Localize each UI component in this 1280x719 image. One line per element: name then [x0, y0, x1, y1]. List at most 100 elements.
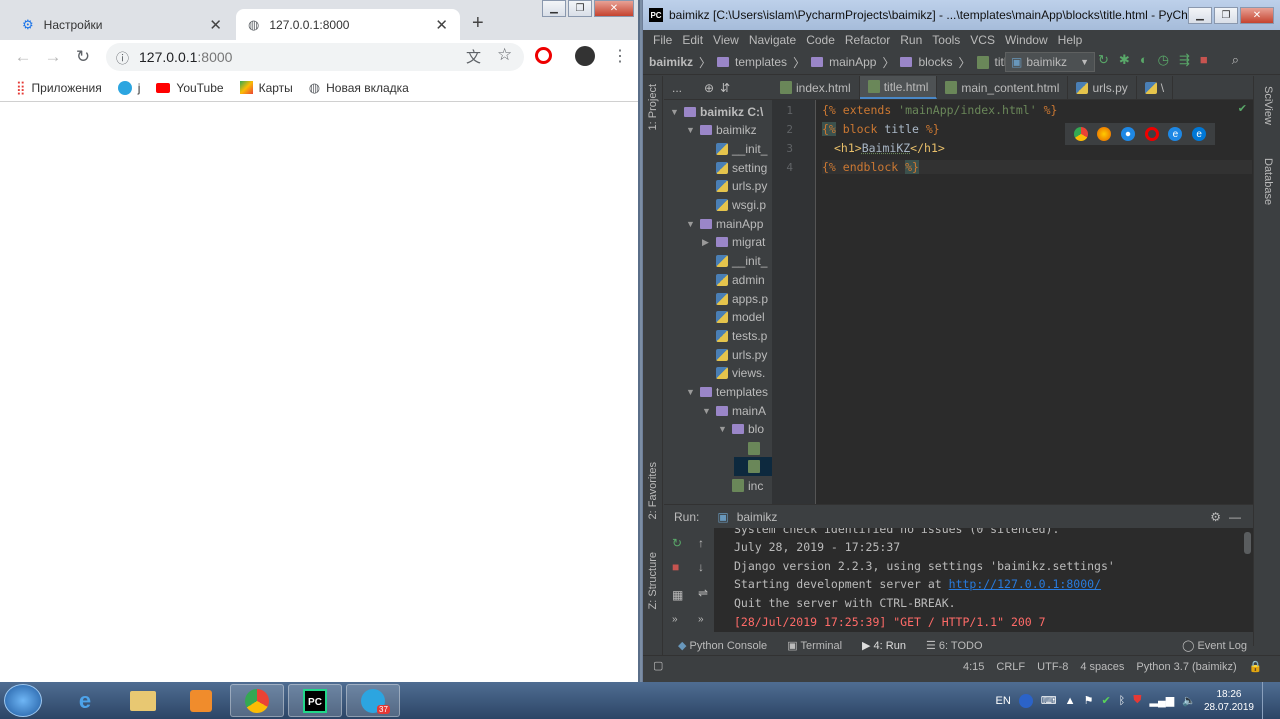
rerun-icon[interactable]: ↻ [1098, 52, 1109, 68]
language-indicator[interactable]: EN [996, 695, 1011, 707]
back-icon[interactable]: ← [8, 47, 38, 67]
tree-item[interactable]: ▼ templates [686, 383, 768, 402]
chevron-down-icon[interactable]: ▼ [702, 406, 712, 416]
tree-item[interactable]: model [702, 308, 765, 327]
database-tool-tab[interactable]: Database [1262, 158, 1274, 205]
network-signal-icon[interactable]: ▂▄▆ [1150, 694, 1175, 707]
breadcrumb-mainapp[interactable]: mainApp [829, 55, 876, 69]
coverage-icon[interactable]: ◐ [1140, 52, 1148, 68]
tree-item[interactable]: setting [702, 158, 767, 177]
tree-item[interactable] [734, 439, 764, 458]
scroll-down-icon[interactable]: ↓ [698, 560, 704, 574]
start-button[interactable] [4, 684, 42, 717]
menu-edit[interactable]: Edit [682, 33, 703, 47]
close-window-button[interactable]: ✕ [594, 0, 634, 17]
minimize-button[interactable]: ▁ [1188, 7, 1212, 24]
volume-icon[interactable]: 🔈 [1182, 694, 1196, 707]
chrome-icon[interactable] [1073, 127, 1088, 141]
menu-tools[interactable]: Tools [932, 33, 960, 47]
taskbar-chrome[interactable] [230, 684, 284, 717]
indent-setting[interactable]: 4 spaces [1080, 661, 1124, 673]
run-console[interactable]: System check identified no issues (0 sil… [714, 528, 1253, 632]
tree-item[interactable]: __init_ [702, 252, 767, 271]
bluetooth-icon[interactable]: ᛒ [1119, 695, 1126, 707]
info-icon[interactable]: ⓘ [116, 48, 129, 67]
line-separator[interactable]: CRLF [996, 661, 1025, 673]
tree-item[interactable]: tests.p [702, 326, 767, 345]
gear-icon[interactable]: ⚙ [1210, 510, 1221, 524]
project-tool-tab[interactable]: 1: Project [647, 84, 659, 130]
restore-button[interactable]: ❐ [1214, 7, 1238, 24]
close-window-button[interactable]: ✕ [1240, 7, 1274, 24]
show-desktop-button[interactable] [1262, 682, 1272, 719]
taskbar-pycharm[interactable]: PC [288, 684, 342, 717]
sciview-tool-tab[interactable]: SciView [1262, 86, 1274, 125]
firefox-icon[interactable] [1097, 127, 1112, 141]
menu-run[interactable]: Run [900, 33, 922, 47]
rerun-icon[interactable]: ↻ [672, 536, 682, 550]
event-log-tab[interactable]: ◯ Event Log [1182, 639, 1247, 652]
soft-wrap-icon[interactable]: ⇌ [698, 586, 708, 600]
tree-item[interactable]: inc [718, 476, 763, 495]
menu-code[interactable]: Code [806, 33, 835, 47]
taskbar-telegram[interactable]: 37 [346, 684, 400, 717]
tab-localhost[interactable]: ◍ 127.0.0.1:8000 ✕ [236, 9, 460, 40]
restore-button[interactable]: ❐ [568, 0, 592, 17]
terminal-tab[interactable]: ▣ Terminal [787, 639, 842, 652]
keyboard-icon[interactable]: ⌨ [1041, 694, 1057, 707]
bookmark-telegram[interactable]: j [117, 80, 140, 95]
tree-item[interactable]: admin [702, 270, 765, 289]
menu-navigate[interactable]: Navigate [749, 33, 796, 47]
clock[interactable]: 18:26 28.07.2019 [1204, 688, 1254, 714]
opera-extension-icon[interactable] [535, 47, 552, 64]
search-icon[interactable]: ⌕ [1232, 52, 1239, 68]
stop-icon[interactable]: ■ [1200, 52, 1208, 68]
breadcrumb-project[interactable]: baimikz [649, 55, 693, 69]
shield-icon[interactable]: ⛊ [1133, 694, 1141, 707]
hide-panel-icon[interactable]: — [1229, 510, 1241, 524]
collapse-icon[interactable]: ⇵ [720, 81, 730, 95]
debug-icon[interactable]: ✱ [1119, 52, 1130, 68]
translate-icon[interactable]: 文 [466, 46, 481, 67]
console-scrollbar[interactable] [1244, 532, 1251, 554]
chevron-right-icon[interactable]: ▶ [702, 237, 712, 248]
favorites-tool-tab[interactable]: 2: Favorites [647, 462, 659, 519]
structure-tool-tab[interactable]: Z: Structure [647, 552, 659, 609]
tree-item[interactable]: ▼ baimikz C:\ [670, 102, 763, 121]
concurrency-icon[interactable]: ⇶ [1179, 52, 1190, 68]
safari-icon[interactable] [1121, 127, 1136, 141]
tab-urls-py[interactable]: urls.py [1068, 76, 1137, 99]
run-tab[interactable]: baimikz [737, 510, 778, 524]
menu-vcs[interactable]: VCS [970, 33, 995, 47]
forward-icon[interactable]: → [38, 47, 68, 67]
tab-main-content-html[interactable]: main_content.html [937, 76, 1069, 99]
new-tab-button[interactable]: + [472, 12, 484, 35]
taskbar-media-player[interactable] [174, 684, 228, 717]
server-link[interactable]: http://127.0.0.1:8000/ [949, 577, 1101, 591]
flag-icon[interactable]: ⚑ [1084, 694, 1094, 707]
tree-item[interactable]: wsgi.p [702, 196, 766, 215]
project-view-select[interactable]: ... [672, 81, 682, 95]
bookmark-youtube[interactable]: YouTube [156, 81, 224, 95]
chevron-down-icon[interactable]: ▼ [686, 125, 696, 135]
bookmark-apps[interactable]: ⣿ Приложения [16, 80, 102, 96]
tree-item[interactable]: urls.py [702, 345, 767, 364]
taskbar-ie[interactable]: e [58, 684, 112, 717]
toggle-tool-windows-icon[interactable]: ▢ [653, 659, 663, 672]
chevron-down-icon[interactable]: ▼ [686, 387, 696, 397]
tree-item[interactable]: __init_ [702, 139, 767, 158]
menu-view[interactable]: View [713, 33, 739, 47]
opera-icon[interactable] [1144, 127, 1159, 141]
breadcrumb-blocks[interactable]: blocks [918, 55, 952, 69]
interpreter[interactable]: Python 3.7 (baimikz) [1136, 661, 1236, 673]
menu-file[interactable]: File [653, 33, 672, 47]
tree-item[interactable] [734, 457, 772, 477]
stop-icon[interactable]: ■ [672, 560, 679, 574]
inspection-ok-icon[interactable]: ✔ [1238, 102, 1247, 115]
more-icon[interactable]: » [672, 614, 678, 625]
menu-help[interactable]: Help [1058, 33, 1083, 47]
chevron-down-icon[interactable]: ▼ [718, 424, 728, 434]
menu-kebab-icon[interactable]: ⋮ [612, 46, 628, 66]
tree-item[interactable]: ▼ mainApp [686, 214, 763, 233]
minimize-button[interactable]: ▁ [542, 0, 566, 17]
